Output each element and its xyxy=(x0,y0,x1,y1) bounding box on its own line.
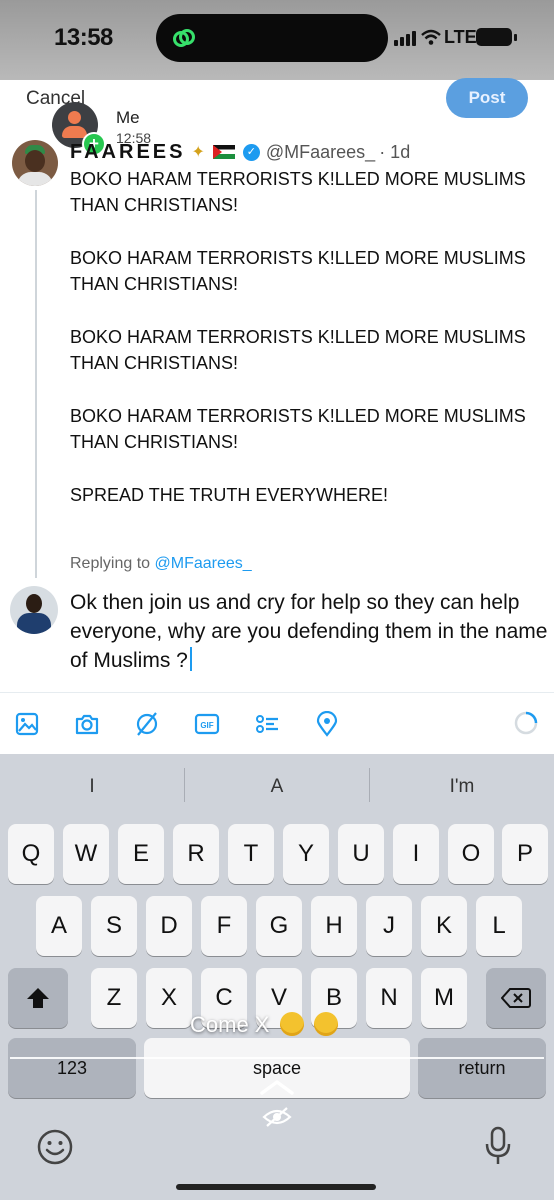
story-progress-segment xyxy=(145,88,274,92)
shift-key[interactable] xyxy=(8,968,68,1028)
emoji-keyboard-icon[interactable] xyxy=(36,1128,74,1166)
reply-bar-divider xyxy=(10,1057,544,1059)
status-icons: LTE xyxy=(394,26,524,50)
chevron-up-icon[interactable] xyxy=(258,1078,296,1096)
key-p[interactable]: P xyxy=(502,824,548,884)
key-a[interactable]: A xyxy=(36,896,82,956)
key-t[interactable]: T xyxy=(228,824,274,884)
post-button[interactable]: Post xyxy=(446,78,528,118)
tweet-author-name[interactable]: FAAREES xyxy=(70,141,185,164)
tweet-paragraph: BOKO HARAM TERRORISTS K!LLED MORE MUSLIM… xyxy=(70,248,526,294)
suggestion-item[interactable]: I'm xyxy=(370,776,554,798)
reply-text-field[interactable]: Ok then join us and cry for help so they… xyxy=(70,588,548,675)
suggestion-item[interactable]: A xyxy=(185,776,369,798)
more-options-icon[interactable] xyxy=(512,116,544,148)
replying-to-handle[interactable]: @MFaarees_ xyxy=(155,555,252,572)
backspace-icon xyxy=(501,988,531,1008)
camera-icon[interactable] xyxy=(74,711,100,737)
tweet-body: BOKO HARAM TERRORISTS K!LLED MORE MUSLIM… xyxy=(70,166,530,535)
hidden-eye-icon[interactable] xyxy=(262,1106,292,1128)
key-n[interactable]: N xyxy=(366,968,412,1028)
key-w[interactable]: W xyxy=(63,824,109,884)
text-cursor xyxy=(189,647,192,671)
home-indicator[interactable] xyxy=(176,1184,376,1190)
key-o[interactable]: O xyxy=(448,824,494,884)
chain-link-icon xyxy=(173,29,195,47)
replying-to-label: Replying to xyxy=(70,555,151,572)
keyboard: I A I'm Q W E R T Y U I O P A S D F G H … xyxy=(0,754,554,1200)
image-icon[interactable] xyxy=(14,711,40,737)
dizzy-emoji-icon: ✦ xyxy=(191,144,205,161)
key-j[interactable]: J xyxy=(366,896,412,956)
shift-arrow-icon xyxy=(27,988,49,1008)
dynamic-island xyxy=(156,14,388,62)
status-time: 13:58 xyxy=(54,24,113,51)
location-icon[interactable] xyxy=(314,711,340,737)
palestine-flag-icon xyxy=(212,145,235,159)
story-progress-segment xyxy=(280,88,409,92)
key-q[interactable]: Q xyxy=(8,824,54,884)
gif-icon[interactable]: GIF xyxy=(194,711,220,737)
battery-tip xyxy=(514,34,517,41)
verified-badge-icon: ✓ xyxy=(242,143,260,161)
no-gif-icon[interactable] xyxy=(134,711,160,737)
story-caption: Come X xyxy=(190,1012,338,1038)
key-u[interactable]: U xyxy=(338,824,384,884)
key-g[interactable]: G xyxy=(256,896,302,956)
character-count-ring xyxy=(514,711,538,735)
story-caption-text: Come X xyxy=(190,1012,270,1037)
key-f[interactable]: F xyxy=(201,896,247,956)
suggestion-bar: I A I'm xyxy=(0,754,554,820)
tweet-author-avatar[interactable] xyxy=(12,140,58,186)
story-user-name: Me xyxy=(116,108,140,127)
back-chevron-icon[interactable] xyxy=(12,112,38,142)
key-i[interactable]: I xyxy=(393,824,439,884)
microphone-icon[interactable] xyxy=(484,1126,512,1166)
key-l[interactable]: L xyxy=(476,896,522,956)
key-z[interactable]: Z xyxy=(91,968,137,1028)
tweet-header: FAAREES ✦ ✓ @MFaarees_ · 1d xyxy=(70,140,410,164)
tweet-paragraph: BOKO HARAM TERRORISTS K!LLED MORE MUSLIM… xyxy=(70,169,526,215)
laughing-emoji-icon xyxy=(279,1012,304,1036)
status-bar: 13:58 LTE xyxy=(0,0,554,80)
replying-to: Replying to @MFaarees_ xyxy=(70,555,252,573)
battery-icon xyxy=(476,28,512,46)
reply-text: Ok then join us and cry for help so they… xyxy=(70,591,548,672)
wifi-icon xyxy=(421,29,441,45)
thread-line xyxy=(35,190,37,578)
tweet-paragraph: BOKO HARAM TERRORISTS K!LLED MORE MUSLIM… xyxy=(70,327,526,373)
delete-key[interactable] xyxy=(486,968,546,1028)
suggestion-item[interactable]: I xyxy=(0,776,184,798)
compose-toolbar: GIF xyxy=(0,692,554,755)
numbers-key[interactable]: 123 xyxy=(8,1038,136,1098)
key-y[interactable]: Y xyxy=(283,824,329,884)
key-s[interactable]: S xyxy=(91,896,137,956)
tweet-paragraph: BOKO HARAM TERRORISTS K!LLED MORE MUSLIM… xyxy=(70,406,526,452)
my-avatar xyxy=(10,586,58,634)
key-x[interactable]: X xyxy=(146,968,192,1028)
poll-icon[interactable] xyxy=(254,711,280,737)
tweet-age: · 1d xyxy=(379,141,411,162)
tweet-paragraph: SPREAD THE TRUTH EVERYWHERE! xyxy=(70,485,389,505)
network-label: LTE xyxy=(444,27,477,47)
key-d[interactable]: D xyxy=(146,896,192,956)
key-r[interactable]: R xyxy=(173,824,219,884)
key-h[interactable]: H xyxy=(311,896,357,956)
key-e[interactable]: E xyxy=(118,824,164,884)
return-key[interactable]: return xyxy=(418,1038,546,1098)
yawning-emoji-icon xyxy=(313,1012,338,1036)
person-icon-head xyxy=(68,111,81,124)
tweet-author-handle[interactable]: @MFaarees_ xyxy=(266,142,375,163)
key-k[interactable]: K xyxy=(421,896,467,956)
svg-text:GIF: GIF xyxy=(200,721,213,730)
key-m[interactable]: M xyxy=(421,968,467,1028)
